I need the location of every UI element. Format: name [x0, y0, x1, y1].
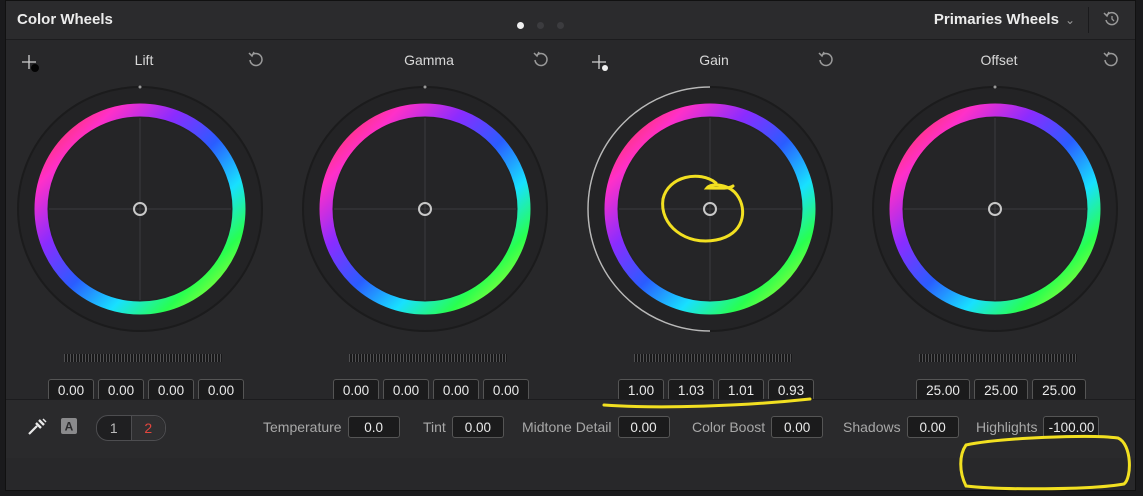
- gamma-y-field[interactable]: 0.00: [333, 379, 379, 401]
- color-boost-control: Color Boost 0.00: [692, 416, 824, 438]
- panel-title: Color Wheels: [17, 11, 113, 28]
- temperature-control: Temperature 0.0: [263, 416, 400, 438]
- lift-color-wheel[interactable]: [12, 81, 268, 337]
- gamma-b-field[interactable]: 0.00: [483, 379, 529, 401]
- color-wheels-panel: Color Wheels Primaries Wheels ⌄ Lift 0.00…: [5, 0, 1136, 491]
- page-dot-1[interactable]: [517, 22, 524, 29]
- offset-master-slider[interactable]: [911, 351, 1085, 365]
- lift-y-field[interactable]: 0.00: [48, 379, 94, 401]
- shadows-control: Shadows 0.00: [843, 416, 959, 438]
- header-divider: [1088, 7, 1089, 33]
- gain-y-field[interactable]: 1.00: [618, 379, 664, 401]
- reset-icon[interactable]: [1102, 51, 1120, 74]
- lift-wheel-block: Lift 0.00Y 0.00R 0.00G 0.00B: [6, 39, 286, 429]
- reset-icon[interactable]: [532, 51, 550, 74]
- tint-control: Tint 0.00: [423, 416, 504, 438]
- gamma-g-field[interactable]: 0.00: [433, 379, 479, 401]
- gain-b-field[interactable]: 0.93: [768, 379, 814, 401]
- gamma-master-slider[interactable]: [341, 351, 515, 365]
- color-boost-field[interactable]: 0.00: [771, 416, 824, 438]
- temperature-field[interactable]: 0.0: [347, 416, 400, 438]
- shadows-label: Shadows: [843, 419, 901, 435]
- offset-wheel-block: Offset 25.00R 25.00G 25.00B: [861, 39, 1141, 429]
- gain-label: Gain: [699, 52, 729, 68]
- gamma-wheel-block: Gamma 0.00Y 0.00R 0.00G 0.00B: [291, 39, 571, 429]
- color-boost-label: Color Boost: [692, 419, 766, 435]
- gain-r-field[interactable]: 1.03: [668, 379, 714, 401]
- auto-balance-icon[interactable]: A: [60, 417, 78, 440]
- highlights-control: Highlights -100.00: [976, 416, 1100, 438]
- version-toggle[interactable]: 1 2: [96, 415, 166, 441]
- reset-icon[interactable]: [817, 51, 835, 74]
- offset-r-field[interactable]: 25.00: [916, 379, 970, 401]
- mode-dropdown[interactable]: Primaries Wheels ⌄: [934, 11, 1075, 28]
- midtone-detail-control: Midtone Detail 0.00: [522, 416, 670, 438]
- version-1[interactable]: 1: [97, 416, 132, 440]
- offset-g-field[interactable]: 25.00: [974, 379, 1028, 401]
- reset-all-icon[interactable]: [1103, 10, 1121, 33]
- gain-g-field[interactable]: 1.01: [718, 379, 764, 401]
- reset-icon[interactable]: [247, 51, 265, 74]
- page-dot-3[interactable]: [557, 22, 564, 29]
- midtone-detail-field[interactable]: 0.00: [617, 416, 670, 438]
- temperature-label: Temperature: [263, 419, 342, 435]
- tint-label: Tint: [423, 419, 446, 435]
- page-dot-2[interactable]: [537, 22, 544, 29]
- lift-b-field[interactable]: 0.00: [198, 379, 244, 401]
- page-dots: [517, 16, 577, 34]
- lift-label: Lift: [134, 52, 154, 68]
- chevron-down-icon: ⌄: [1064, 13, 1075, 27]
- offset-label: Offset: [980, 52, 1018, 68]
- gain-wheel-block: Gain 1.00Y 1.03R 1.01G 0.93B: [576, 39, 856, 429]
- offset-b-field[interactable]: 25.00: [1032, 379, 1086, 401]
- lift-master-slider[interactable]: [56, 351, 230, 365]
- gamma-r-field[interactable]: 0.00: [383, 379, 429, 401]
- eyedropper-icon[interactable]: [26, 417, 48, 442]
- lift-g-field[interactable]: 0.00: [148, 379, 194, 401]
- panel-header: Color Wheels Primaries Wheels ⌄: [6, 1, 1135, 40]
- offset-color-wheel[interactable]: [867, 81, 1123, 337]
- gamma-color-wheel[interactable]: [297, 81, 553, 337]
- version-2[interactable]: 2: [131, 416, 165, 440]
- shadows-field[interactable]: 0.00: [906, 416, 959, 438]
- bottom-adjustments-bar: A 1 2 Temperature 0.0 Tint 0.00 Midtone …: [6, 399, 1135, 458]
- midtone-detail-label: Midtone Detail: [522, 419, 612, 435]
- svg-text:A: A: [65, 420, 74, 434]
- highlights-field[interactable]: -100.00: [1043, 416, 1100, 438]
- gain-master-slider[interactable]: [626, 351, 800, 365]
- lift-r-field[interactable]: 0.00: [98, 379, 144, 401]
- tint-field[interactable]: 0.00: [451, 416, 504, 438]
- gamma-label: Gamma: [404, 52, 454, 68]
- gain-color-wheel[interactable]: [582, 81, 838, 337]
- mode-label: Primaries Wheels: [933, 11, 1059, 28]
- highlights-label: Highlights: [976, 419, 1038, 435]
